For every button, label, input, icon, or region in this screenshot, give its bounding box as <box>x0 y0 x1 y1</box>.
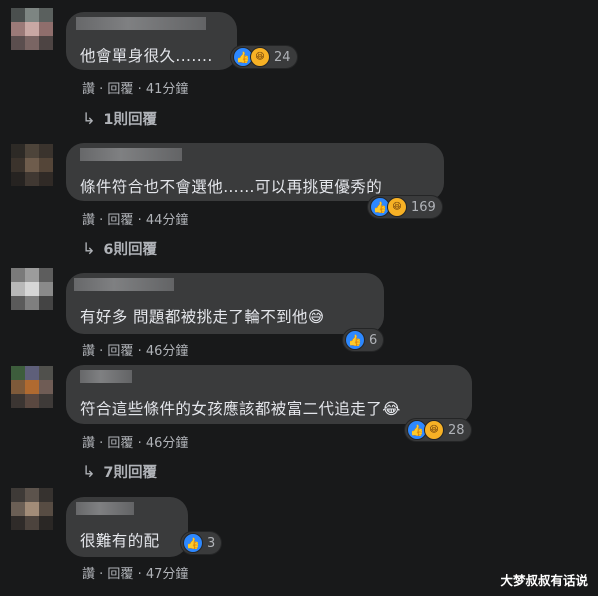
comment-text: 他會單身很久....... <box>80 47 213 65</box>
timestamp-link[interactable]: 46分鐘 <box>146 436 189 451</box>
replies-label: 6則回覆 <box>103 242 157 258</box>
reply-arrow-icon: ↳ <box>82 239 96 258</box>
reply-arrow-icon: ↳ <box>82 109 96 128</box>
separator: · <box>137 567 146 582</box>
haha-icon: 😆 <box>387 197 407 217</box>
reaction-summary[interactable]: 👍 😆 24 <box>231 46 297 68</box>
comment-text: 有好多 問題都被挑走了輪不到他😅 <box>80 308 325 326</box>
reaction-count: 28 <box>448 422 465 438</box>
like-link[interactable]: 讚 <box>82 567 95 582</box>
reaction-summary[interactable]: 👍 😆 169 <box>368 196 442 218</box>
haha-icon: 😆 <box>250 47 270 67</box>
timestamp-link[interactable]: 46分鐘 <box>146 344 189 359</box>
reply-link[interactable]: 回覆 <box>107 213 133 228</box>
avatar[interactable] <box>11 488 53 530</box>
watermark: 大梦叔叔有话说 <box>500 573 588 588</box>
avatar[interactable] <box>11 366 53 408</box>
like-icon: 👍 <box>345 330 365 350</box>
reaction-count: 24 <box>274 49 291 65</box>
reply-link[interactable]: 回覆 <box>107 436 133 451</box>
view-replies-link[interactable]: ↳ 7則回覆 <box>82 461 157 482</box>
avatar[interactable] <box>11 268 53 310</box>
separator: · <box>137 82 146 97</box>
comment-text: 條件符合也不會選他……可以再挑更優秀的 <box>80 178 383 196</box>
reaction-summary[interactable]: 👍 6 <box>343 329 384 351</box>
comment-bubble: 很難有的配 <box>66 497 188 557</box>
comment-text: 符合這些條件的女孩應該都被富二代追走了😂 <box>80 400 401 418</box>
timestamp-link[interactable]: 44分鐘 <box>146 213 189 228</box>
commenter-name-blurred[interactable] <box>80 148 182 161</box>
comment-bubble: 條件符合也不會選他……可以再挑更優秀的 <box>66 143 444 201</box>
comment-actions: 讚 · 回覆 · 46分鐘 <box>82 340 188 359</box>
separator: · <box>137 344 146 359</box>
replies-label: 1則回覆 <box>103 112 157 128</box>
comment-actions: 讚 · 回覆 · 46分鐘 <box>82 432 188 451</box>
reaction-count: 169 <box>411 199 436 215</box>
avatar[interactable] <box>11 144 53 186</box>
comment-bubble: 有好多 問題都被挑走了輪不到他😅 <box>66 273 384 334</box>
view-replies-link[interactable]: ↳ 6則回覆 <box>82 238 157 259</box>
view-replies-link[interactable]: ↳ 1則回覆 <box>82 108 157 129</box>
comment-actions: 讚 · 回覆 · 41分鐘 <box>82 78 188 97</box>
like-link[interactable]: 讚 <box>82 82 95 97</box>
like-link[interactable]: 讚 <box>82 344 95 359</box>
reply-link[interactable]: 回覆 <box>107 344 133 359</box>
comment-text: 很難有的配 <box>80 532 160 550</box>
reaction-count: 3 <box>207 535 216 551</box>
separator: · <box>137 213 146 228</box>
reply-arrow-icon: ↳ <box>82 462 96 481</box>
timestamp-link[interactable]: 47分鐘 <box>146 567 189 582</box>
like-icon: 👍 <box>183 533 203 553</box>
reaction-count: 6 <box>369 332 378 348</box>
reaction-summary[interactable]: 👍 😆 28 <box>405 419 471 441</box>
reply-link[interactable]: 回覆 <box>107 82 133 97</box>
comment-bubble: 他會單身很久....... <box>66 12 237 70</box>
separator: · <box>137 436 146 451</box>
haha-icon: 😆 <box>424 420 444 440</box>
timestamp-link[interactable]: 41分鐘 <box>146 82 189 97</box>
avatar[interactable] <box>11 8 53 50</box>
comment-actions: 讚 · 回覆 · 44分鐘 <box>82 209 188 228</box>
like-link[interactable]: 讚 <box>82 213 95 228</box>
comment-actions: 讚 · 回覆 · 47分鐘 <box>82 563 188 582</box>
reply-link[interactable]: 回覆 <box>107 567 133 582</box>
commenter-name-blurred[interactable] <box>74 278 174 291</box>
comment-bubble: 符合這些條件的女孩應該都被富二代追走了😂 <box>66 365 472 424</box>
replies-label: 7則回覆 <box>103 465 157 481</box>
reaction-summary[interactable]: 👍 3 <box>181 532 222 554</box>
commenter-name-blurred[interactable] <box>76 502 134 515</box>
like-link[interactable]: 讚 <box>82 436 95 451</box>
commenter-name-blurred[interactable] <box>80 370 132 383</box>
commenter-name-blurred[interactable] <box>76 17 206 30</box>
